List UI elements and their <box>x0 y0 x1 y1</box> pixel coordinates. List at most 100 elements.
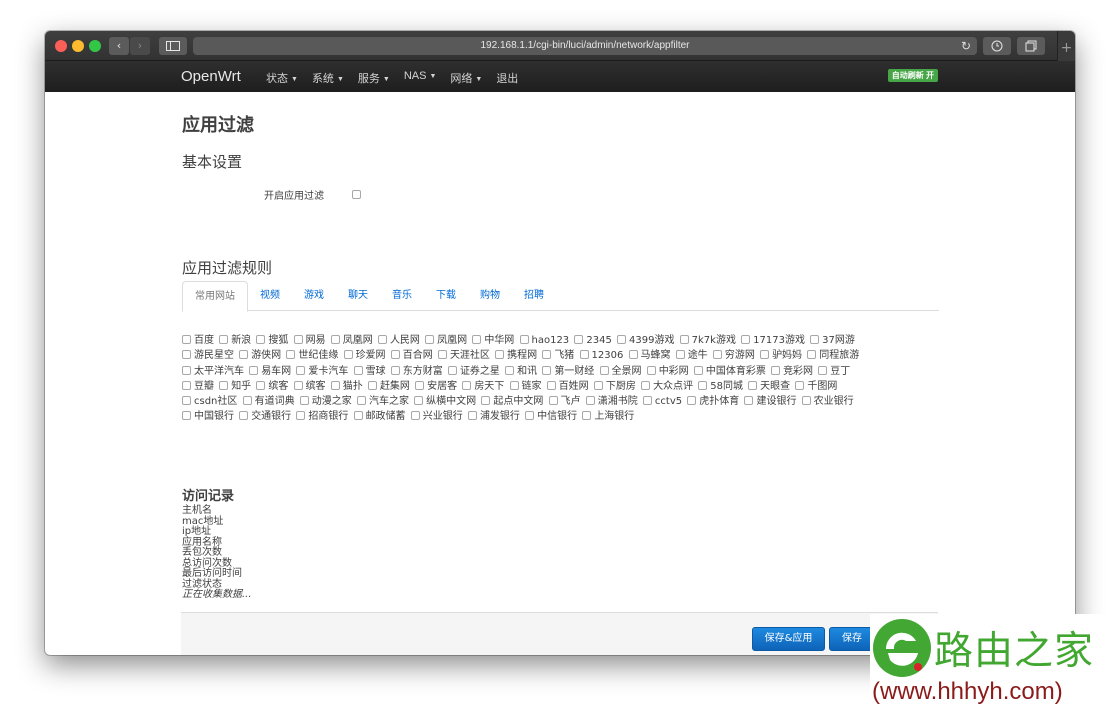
app-option[interactable]: 和讯 <box>505 365 537 377</box>
app-option[interactable]: 7k7k游戏 <box>679 335 736 346</box>
app-checkbox[interactable] <box>771 365 781 375</box>
app-checkbox[interactable] <box>377 335 387 344</box>
app-option[interactable]: 雪球 <box>353 365 386 377</box>
app-checkbox[interactable] <box>293 380 303 390</box>
tab-games[interactable]: 游戏 <box>292 281 336 310</box>
app-checkbox[interactable] <box>182 350 191 360</box>
app-option[interactable]: 百姓网 <box>546 380 589 392</box>
app-checkbox[interactable] <box>356 396 366 406</box>
save-apply-button[interactable]: 保存&应用 <box>752 627 825 651</box>
app-checkbox[interactable] <box>343 350 353 360</box>
app-checkbox[interactable] <box>548 396 558 406</box>
app-checkbox[interactable] <box>353 365 363 375</box>
app-checkbox[interactable] <box>481 396 491 406</box>
app-option[interactable]: 第一财经 <box>542 365 594 377</box>
app-checkbox[interactable] <box>425 335 435 344</box>
app-option[interactable]: 交通银行 <box>239 411 291 422</box>
menu-item-status[interactable]: 状态 ▼ <box>266 70 298 86</box>
app-checkbox[interactable] <box>367 380 377 390</box>
app-option[interactable]: 东方财富 <box>390 365 443 377</box>
app-checkbox[interactable] <box>219 380 229 390</box>
app-checkbox[interactable] <box>748 380 758 390</box>
app-checkbox[interactable] <box>437 350 447 360</box>
app-option[interactable]: 中彩网 <box>646 365 689 377</box>
app-checkbox[interactable] <box>585 396 595 406</box>
app-checkbox[interactable] <box>293 335 303 344</box>
app-option[interactable]: 37网游 <box>810 335 855 346</box>
app-option[interactable]: 游侠网 <box>239 350 281 361</box>
app-checkbox[interactable] <box>472 335 482 344</box>
app-option[interactable]: 2345 <box>574 335 612 346</box>
app-option[interactable]: 农业银行 <box>801 396 854 407</box>
app-checkbox[interactable] <box>182 380 191 390</box>
app-option[interactable]: 赶集网 <box>367 380 410 392</box>
app-option[interactable]: 豆丁 <box>818 365 850 377</box>
zoom-window-button[interactable] <box>89 40 101 52</box>
app-checkbox[interactable] <box>579 350 589 360</box>
app-option[interactable]: 4399游戏 <box>617 335 674 346</box>
app-option[interactable]: 太平洋汽车 <box>182 365 244 377</box>
app-option[interactable]: 中国体育彩票 <box>693 365 766 377</box>
app-checkbox[interactable] <box>330 380 340 390</box>
app-checkbox[interactable] <box>593 380 603 390</box>
app-option[interactable]: 知乎 <box>219 380 251 392</box>
app-option[interactable]: 千图网 <box>795 380 837 392</box>
app-checkbox[interactable] <box>495 350 505 360</box>
app-option[interactable]: 纵横中文网 <box>414 396 476 407</box>
app-option[interactable]: 动漫之家 <box>299 396 352 407</box>
app-checkbox[interactable] <box>242 396 252 406</box>
app-option[interactable]: 缤客 <box>293 380 326 392</box>
app-checkbox[interactable] <box>525 411 535 421</box>
app-checkbox[interactable] <box>462 380 472 390</box>
sidebar-button[interactable] <box>159 37 187 55</box>
app-checkbox[interactable] <box>239 350 249 360</box>
address-bar[interactable]: 192.168.1.1/cgi-bin/luci/admin/network/a… <box>193 37 977 55</box>
app-option[interactable]: 建设银行 <box>744 396 796 407</box>
app-option[interactable]: 猫扑 <box>330 380 363 392</box>
app-option[interactable]: 珍爱网 <box>343 350 386 361</box>
menu-item-system[interactable]: 系统 ▼ <box>312 70 344 86</box>
app-option[interactable]: 安居客 <box>415 380 457 392</box>
app-checkbox[interactable] <box>599 365 609 375</box>
app-option[interactable]: 豆瓣 <box>182 380 214 392</box>
app-option[interactable]: 爱卡汽车 <box>296 365 348 377</box>
app-checkbox[interactable] <box>390 365 400 375</box>
app-option[interactable]: 飞猪 <box>542 350 574 361</box>
app-checkbox[interactable] <box>239 411 249 421</box>
app-option[interactable]: 飞卢 <box>548 396 581 407</box>
app-checkbox[interactable] <box>256 380 266 390</box>
brand-logo[interactable]: OpenWrt <box>181 68 241 85</box>
app-checkbox[interactable] <box>741 335 751 344</box>
app-checkbox[interactable] <box>467 411 477 421</box>
app-checkbox[interactable] <box>414 396 424 406</box>
app-option[interactable]: 证券之星 <box>447 365 500 377</box>
tab-common-sites[interactable]: 常用网站 <box>182 281 248 312</box>
app-option[interactable]: 凤凰网 <box>330 335 373 346</box>
app-checkbox[interactable] <box>646 365 656 375</box>
app-checkbox[interactable] <box>330 335 340 344</box>
app-option[interactable]: 虎扑体育 <box>687 396 739 407</box>
app-option[interactable]: 马蜂窝 <box>628 350 671 361</box>
app-option[interactable]: 起点中文网 <box>481 396 543 407</box>
tab-shopping[interactable]: 购物 <box>468 281 512 310</box>
app-option[interactable]: 携程网 <box>495 350 537 361</box>
app-checkbox[interactable] <box>299 396 309 406</box>
reload-icon[interactable]: ↻ <box>961 37 971 55</box>
app-option[interactable]: 新浪 <box>219 335 251 346</box>
new-tab-button[interactable]: + <box>1057 31 1075 61</box>
forward-button[interactable]: › <box>130 37 150 55</box>
app-checkbox[interactable] <box>582 411 592 421</box>
app-checkbox[interactable] <box>641 380 651 390</box>
app-checkbox[interactable] <box>509 380 519 390</box>
app-checkbox[interactable] <box>810 335 820 344</box>
app-checkbox[interactable] <box>286 350 296 360</box>
app-option[interactable]: 驴妈妈 <box>760 350 802 361</box>
app-checkbox[interactable] <box>447 365 457 375</box>
app-option[interactable]: 搜狐 <box>256 335 288 346</box>
app-option[interactable]: 招商银行 <box>296 411 348 422</box>
app-option[interactable]: 中信银行 <box>525 411 577 422</box>
app-option[interactable]: 汽车之家 <box>356 396 409 407</box>
app-option[interactable]: 中华网 <box>472 335 514 346</box>
app-option[interactable]: 兴业银行 <box>410 411 463 422</box>
tab-music[interactable]: 音乐 <box>380 281 424 310</box>
